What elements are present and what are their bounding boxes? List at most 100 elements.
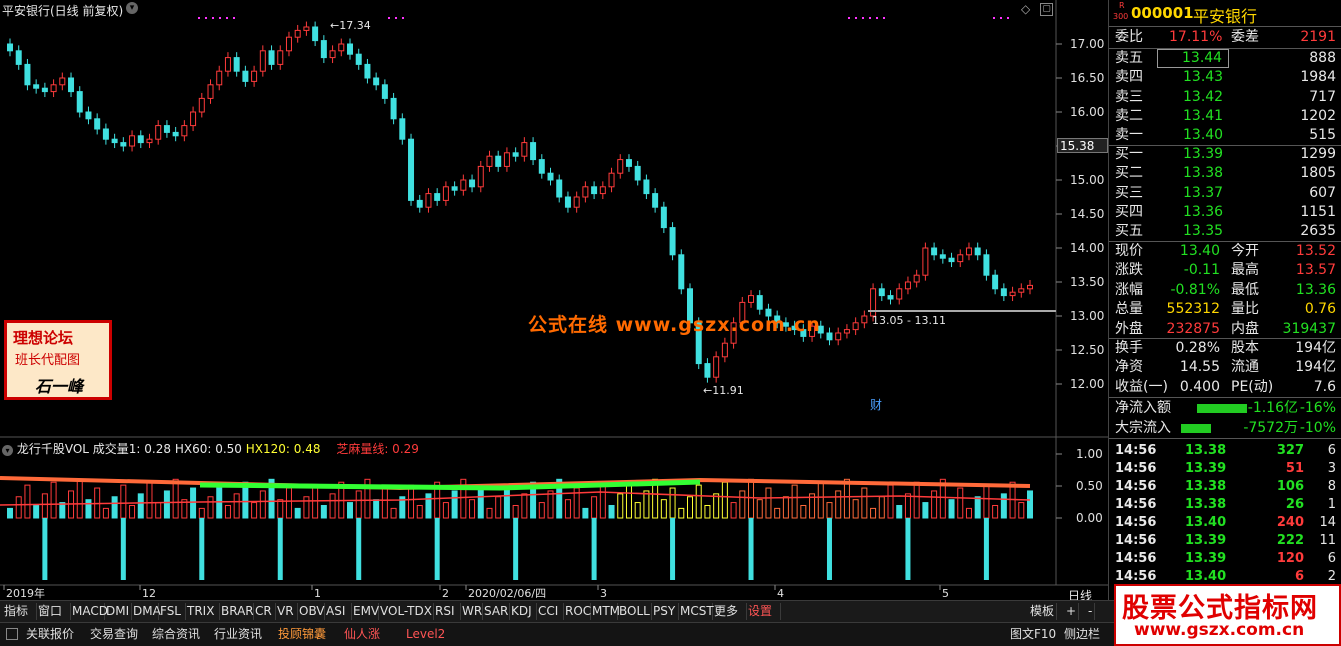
sell-row[interactable]: 卖二 13.41 1202 [1109,107,1341,126]
bottom-tab-0[interactable]: 关联报价 [26,626,74,643]
indicator-bar [713,493,720,519]
candlestick-series [7,21,1033,383]
price-tick-label: 15.00 [1070,173,1104,187]
toolbar-item-mtm[interactable]: MTM [590,603,620,620]
bottom-tab-3[interactable]: 行业资讯 [214,626,262,643]
candle-body [198,97,205,113]
panel-toggle-icon[interactable] [6,628,18,640]
sell-row[interactable]: 卖一 13.40 515 [1109,126,1341,145]
indicator-bar [33,504,40,519]
indicator-bar [547,490,554,519]
toolbar-item-cci[interactable]: CCI [536,603,564,620]
toolbar-item-emv[interactable]: EMV [351,603,379,620]
candle-body [390,97,397,120]
bottom-tab-5[interactable]: 仙人涨 [344,626,380,643]
toolbar-right-0[interactable]: 模板 [1028,603,1058,620]
candle-body [347,43,353,55]
bottom-right-1[interactable]: 侧边栏 [1064,626,1100,643]
candle-body [617,159,624,174]
indicator-bar [277,499,284,519]
sell-row[interactable]: 卖三 13.42 717 [1109,88,1341,107]
candle-body [425,193,432,208]
candle-body [983,254,990,276]
indicator-bar [922,502,929,519]
tick-row: 14:56 13.39 51 3 [1115,461,1336,476]
indicator-bar [451,490,458,519]
toolbar-item-obv[interactable]: OBV [297,603,325,620]
sell-row[interactable]: 卖五 13.44 888 [1109,49,1341,68]
candle-body [669,227,676,256]
buy-row[interactable]: 买二 13.38 1805 [1109,164,1341,183]
top-marker-dot [395,17,397,19]
indicator-bar [992,504,999,519]
indicator-bar [948,499,955,519]
bottom-tab-6[interactable]: Level2 [406,626,445,643]
candle-body [495,155,502,167]
toolbar-item-asi[interactable]: ASI [324,603,352,620]
indicator-bar [721,481,728,519]
buy-row[interactable]: 买五 13.35 2635 [1109,222,1341,241]
toolbar-item-vol-tdx[interactable]: VOL-TDX [378,603,434,620]
toolbar-item-psy[interactable]: PSY [651,603,679,620]
toolbar-item-roc[interactable]: ROC [563,603,591,620]
sell-row[interactable]: 卖四 13.43 1984 [1109,68,1341,87]
kline-chart-area[interactable]: 17.0016.5016.0015.5015.0014.5014.0013.50… [0,0,1108,603]
kline-chart-svg[interactable]: 17.0016.5016.0015.5015.0014.5014.0013.50… [0,0,1108,600]
candle-body [111,138,118,144]
price-tick-label: 16.00 [1070,105,1104,119]
toolbar-item-cr[interactable]: CR [253,603,276,620]
time-tick-label: 12 [142,587,156,600]
indicator-bar [320,504,327,519]
top-marker-dot [198,17,200,19]
toolbar-item-boll[interactable]: BOLL [617,603,652,620]
toolbar-item-dmi[interactable]: DMI [104,603,132,620]
stock-code: 000001 [1131,4,1194,22]
candle-body [748,295,755,303]
indicator-bar [931,490,938,519]
bottom-tab-2[interactable]: 综合资讯 [152,626,200,643]
toolbar-item-窗口[interactable]: 窗口 [36,603,71,620]
toolbar-item-更多[interactable]: 更多 [712,603,747,620]
candle-body [1027,284,1033,290]
toolbar-item-设置[interactable]: 设置 [746,603,781,620]
badge-300: 300 [1113,12,1129,21]
diamond-icon[interactable]: ◇ [1021,2,1030,16]
toolbar-item-指标[interactable]: 指标 [2,603,37,620]
indicator-bar-negative [434,518,440,580]
restore-icon[interactable]: ▢ [1040,3,1053,16]
chevron-down-icon[interactable]: ▾ [126,2,138,14]
candle-body [338,43,345,52]
forum-stamp-line2: 班长代配图 [15,353,81,368]
buy-row[interactable]: 买四 13.36 1151 [1109,203,1341,222]
toolbar-right-1[interactable]: + [1064,603,1080,620]
candle-body [155,125,162,140]
toolbar-item-brar[interactable]: BRAR [219,603,254,620]
toolbar-item-trix[interactable]: TRIX [185,603,220,620]
chevron-down-icon[interactable]: ▾ [2,445,13,456]
toolbar-item-fsl[interactable]: FSL [158,603,186,620]
indicator-bar [50,481,57,519]
toolbar-item-kdj[interactable]: KDJ [509,603,537,620]
bottom-tab-4[interactable]: 投顾锦囊 [278,626,326,643]
toolbar-item-sar[interactable]: SAR [482,603,510,620]
toolbar-item-dma[interactable]: DMA [131,603,161,620]
ad-watermark-line2: www.gszx.com.cn [1134,620,1305,640]
buy-row[interactable]: 买三 13.37 607 [1109,184,1341,203]
price-tick-label: 13.00 [1070,309,1104,323]
buy-row[interactable]: 买一 13.39 1299 [1109,145,1341,164]
toolbar-item-vr[interactable]: VR [275,603,298,620]
toolbar-item-wr[interactable]: WR [460,603,483,620]
toolbar-item-mcst[interactable]: MCST [678,603,714,620]
toolbar-item-macd[interactable]: MACD [70,603,108,620]
bottom-right-0[interactable]: 图文F10 [1010,626,1056,643]
indicator-bar [774,507,781,519]
caifu-marker[interactable]: 财 [870,396,882,413]
indicator-bar [85,499,92,519]
stat-row: 收益(一) 0.400 PE(动) 7.6 [1115,378,1336,395]
toolbar-right-2[interactable]: - [1086,603,1096,620]
candle-body [564,196,571,208]
toolbar-item-rsi[interactable]: RSI [433,603,461,620]
time-tick-label: 2020/02/06/四 [468,587,546,600]
candle-body [216,70,223,86]
bottom-tab-1[interactable]: 交易查询 [90,626,138,643]
